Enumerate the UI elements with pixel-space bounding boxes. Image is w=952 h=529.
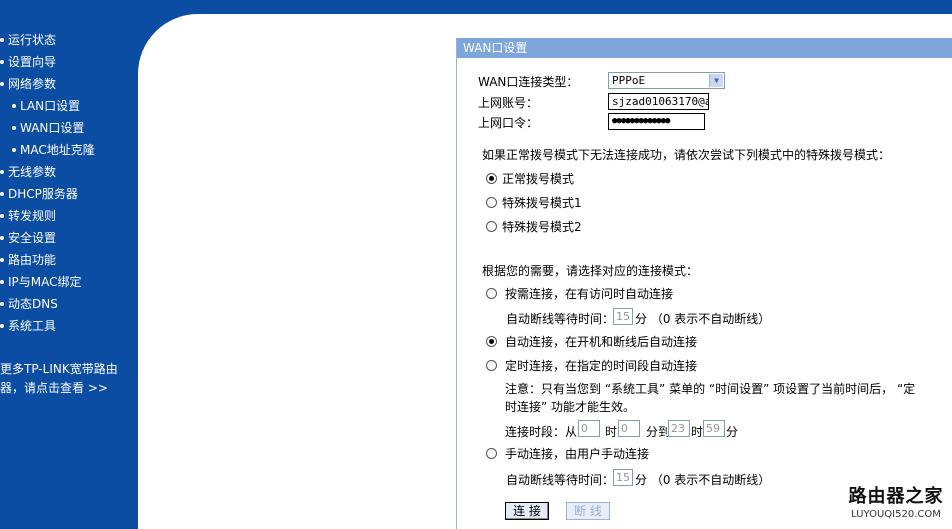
sidebar: 运行状态设置向导网络参数 LAN口设置 WAN口设置 MAC地址克隆无线参数 DHCP服… xyxy=(0,0,138,529)
bullet-icon xyxy=(0,191,4,196)
sidebar-item-label: 安全设置 xyxy=(8,231,57,245)
conn-type-label: WAN口连接类型： xyxy=(478,75,579,89)
watermark-url: LUYOUQI520.COM xyxy=(851,509,941,520)
sidebar-item[interactable]: 设置向导 xyxy=(0,53,56,70)
top-bar xyxy=(0,0,952,14)
watermark-title: 路由器之家 xyxy=(848,486,944,507)
idle-time-label-1: 自动断线等待时间： xyxy=(506,312,615,326)
bullet-icon xyxy=(0,323,4,328)
sidebar-item[interactable]: 运行状态 xyxy=(0,31,56,48)
sidebar-item[interactable]: MAC地址克隆 xyxy=(12,141,95,158)
hour-text-1: 时 xyxy=(605,425,618,439)
min-text: 分 xyxy=(726,425,739,439)
radio-dial-mode[interactable] xyxy=(486,221,497,232)
dial-mode-label: 特殊拨号模式1 xyxy=(502,196,582,210)
account-input[interactable]: sjzad01063170@ad xyxy=(608,93,709,110)
manual-label: 手动连接，由用户手动连接 xyxy=(505,447,650,461)
dial-mode-label: 正常拨号模式 xyxy=(502,172,575,186)
conn-mode-hint: 根据您的需要，请选择对应的连接模式： xyxy=(482,264,699,278)
wan-settings-panel: WAN口设置 WAN口连接类型： PPPoE ▼ 上网账号： sjzad0106… xyxy=(456,38,952,529)
bullet-icon xyxy=(0,235,4,240)
sidebar-item-label: 路由功能 xyxy=(8,253,57,267)
sidebar-item-label: IP与MAC绑定 xyxy=(8,275,82,289)
radio-dial-mode[interactable] xyxy=(486,197,497,208)
idle-time-label-2: 自动断线等待时间： xyxy=(506,473,615,487)
sidebar-item-label: 系统工具 xyxy=(8,319,57,333)
more-products-line1: 更多TP-LINK宽带路由 xyxy=(0,362,118,376)
bullet-icon xyxy=(0,279,4,284)
idle-time-suffix-2: 分 （0 表示不自动断线） xyxy=(635,473,771,487)
bullet-icon xyxy=(0,213,4,218)
dial-hint: 如果正常拨号模式下无法连接成功，请依次尝试下列模式中的特殊拨号模式： xyxy=(482,148,891,162)
conn-type-value: PPPoE xyxy=(612,74,646,87)
more-products-line2: 器，请点击查看 >> xyxy=(0,381,108,395)
sidebar-item[interactable]: 安全设置 xyxy=(0,229,56,246)
chevron-down-icon: ▼ xyxy=(709,74,723,87)
note-line-2: 时连接” 功能才能生效。 xyxy=(505,400,636,414)
sidebar-item-label: LAN口设置 xyxy=(20,99,81,113)
bullet-icon xyxy=(0,301,4,306)
auto-label: 自动连接，在开机和断线后自动连接 xyxy=(505,335,698,349)
bullet-icon xyxy=(0,37,4,42)
timed-label: 定时连接，在指定的时间段自动连接 xyxy=(505,359,698,373)
bullet-icon xyxy=(0,169,4,174)
sidebar-item-label: 动态DNS xyxy=(8,297,58,311)
sidebar-item-label: MAC地址克隆 xyxy=(20,143,95,157)
bullet-icon xyxy=(12,147,16,152)
idle-time-input-2[interactable]: 15 xyxy=(613,469,633,486)
to-min-input[interactable]: 59 xyxy=(703,420,725,437)
idle-time-input-1[interactable]: 15 xyxy=(613,308,633,325)
sidebar-item[interactable]: 系统工具 xyxy=(0,317,56,334)
sidebar-item[interactable]: LAN口设置 xyxy=(12,97,80,114)
radio-dial-mode[interactable] xyxy=(486,173,497,184)
radio-manual[interactable] xyxy=(486,448,497,459)
sidebar-item[interactable]: 路由功能 xyxy=(0,251,56,268)
sidebar-item[interactable]: DHCP服务器 xyxy=(0,185,78,202)
to-hour-input[interactable]: 23 xyxy=(668,420,690,437)
bullet-icon xyxy=(0,81,4,86)
bullet-icon xyxy=(0,59,4,64)
sidebar-item-label: 运行状态 xyxy=(8,33,57,47)
sidebar-item[interactable]: 网络参数 xyxy=(0,75,56,92)
sidebar-item[interactable]: 无线参数 xyxy=(0,163,56,180)
sidebar-item-label: DHCP服务器 xyxy=(8,187,78,201)
dial-mode-label: 特殊拨号模式2 xyxy=(502,220,582,234)
idle-time-suffix-1: 分 （0 表示不自动断线） xyxy=(635,312,771,326)
on-demand-label: 按需连接，在有访问时自动连接 xyxy=(505,287,674,301)
sidebar-item-label: 无线参数 xyxy=(8,165,57,179)
hour-text-2: 时 xyxy=(691,425,704,439)
from-min-input[interactable]: 0 xyxy=(618,420,640,437)
sidebar-item[interactable]: WAN口设置 xyxy=(12,119,84,136)
watermark-logo: 路由器之家 LUYOUQI520.COM xyxy=(846,486,946,521)
min-to-text: 分到 xyxy=(646,425,671,439)
password-input[interactable]: ●●●●●●●●●●●●● xyxy=(608,113,705,130)
sidebar-item-label: 网络参数 xyxy=(8,77,57,91)
note-line-1: 注意：只有当您到 “系统工具” 菜单的 “时间设置” 项设置了当前时间后， “定 xyxy=(505,382,916,396)
sidebar-item[interactable]: 转发规则 xyxy=(0,207,56,224)
radio-on-demand[interactable] xyxy=(486,288,497,299)
period-label: 连接时段：从 xyxy=(505,425,578,439)
sidebar-item-label: 转发规则 xyxy=(8,209,57,223)
disconnect-button[interactable]: 断 线 xyxy=(566,502,610,520)
from-hour-input[interactable]: 0 xyxy=(578,420,600,437)
connect-button[interactable]: 连 接 xyxy=(505,502,549,520)
sidebar-item-label: 设置向导 xyxy=(8,55,57,69)
corner-curve xyxy=(138,14,258,134)
sidebar-item[interactable]: IP与MAC绑定 xyxy=(0,273,82,290)
conn-type-select[interactable]: PPPoE ▼ xyxy=(608,72,725,89)
bullet-icon xyxy=(12,103,16,108)
sidebar-item-label: WAN口设置 xyxy=(20,121,85,135)
radio-timed[interactable] xyxy=(486,360,497,371)
sidebar-item[interactable]: 动态DNS xyxy=(0,295,58,312)
bullet-icon xyxy=(0,257,4,262)
password-label: 上网口令： xyxy=(478,116,539,130)
account-label: 上网账号： xyxy=(478,96,539,110)
radio-auto[interactable] xyxy=(486,336,497,347)
bullet-icon xyxy=(12,125,16,130)
more-products-link[interactable]: 更多TP-LINK宽带路由 器，请点击查看 >> xyxy=(0,360,118,398)
panel-title: WAN口设置 xyxy=(457,38,952,58)
